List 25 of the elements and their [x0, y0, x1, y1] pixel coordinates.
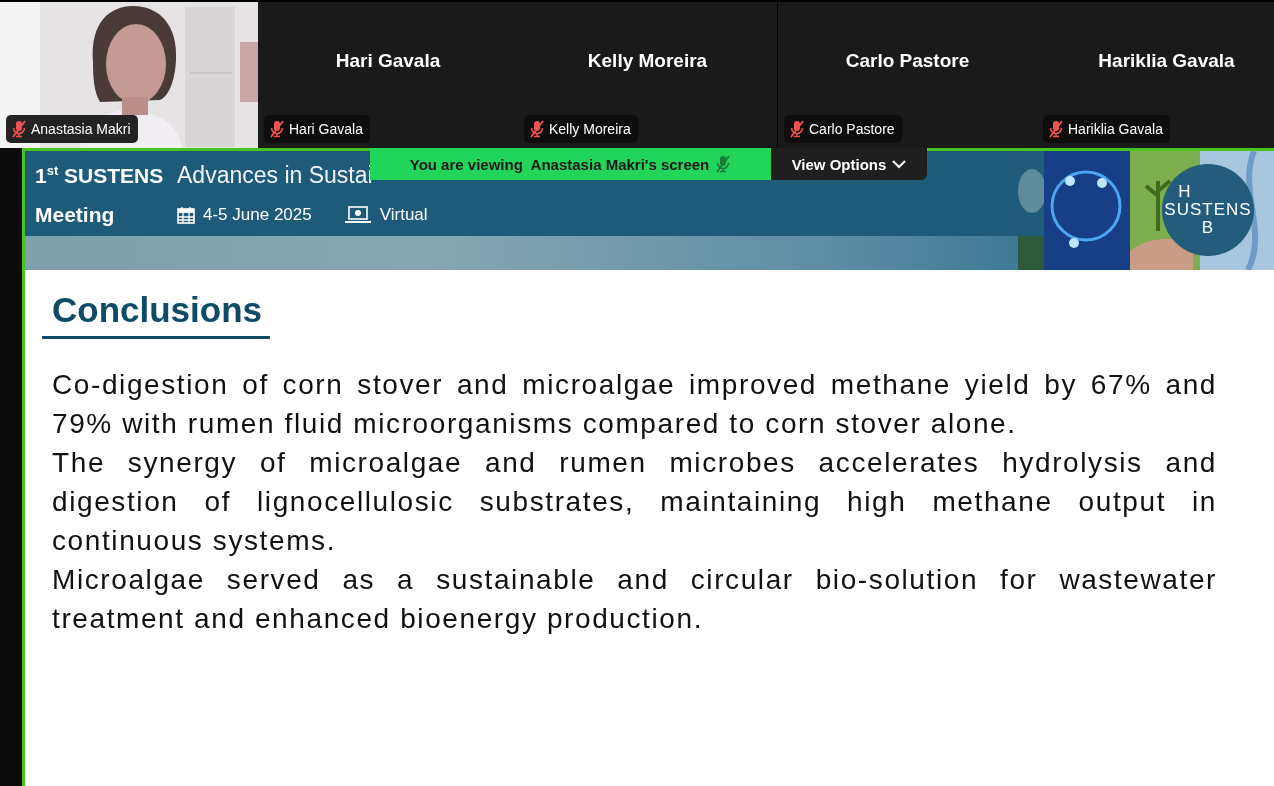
participant-name: Hari Gavala [335, 50, 441, 72]
participant-label: Hariklia Gavala [1068, 121, 1163, 137]
logo-text: SUSTENS [1164, 201, 1252, 219]
chevron-down-icon [892, 159, 907, 169]
slide-heading: Conclusions [42, 290, 271, 339]
participant-label: Kelly Moreira [549, 121, 631, 137]
paragraph: Microalgae served as a sustainable and circular bio-solution for wastewater treatment and enhanced bioenergy production. [52, 563, 1217, 636]
event-date: 4-5 June 2025 [203, 205, 312, 225]
participant-name: Carlo Pastore [845, 50, 970, 72]
view-options-button[interactable]: View Options [771, 148, 927, 180]
laptop-icon [343, 206, 372, 224]
participant-name: Hariklia Gavala [1098, 50, 1235, 72]
logo-text: H [1178, 183, 1192, 201]
calendar-icon [177, 206, 195, 224]
participant-label: Hari Gavala [289, 121, 363, 137]
series-name: 1$^{st}$ SUSTENS [35, 162, 165, 188]
share-status-text: You are viewing Anastasia Makri's screen [409, 155, 710, 173]
participant-label: Anastasia Makri [31, 121, 131, 137]
participant-name: Kelly Moreira [587, 50, 708, 72]
paragraph: Co-digestion of corn stover and microalgae improved methane yield by 67% and 79% with rumen fluid microorganisms compared to corn stover alone. [52, 368, 1217, 441]
paragraph: The synergy of microalgae and rumen microbes accelerates hydrolysis and digestion of lignocellulosic substrates, maintaining high methane output in continuous systems. [52, 446, 1217, 558]
logo-text: B [1201, 219, 1215, 237]
event-location: Virtual [379, 205, 428, 225]
series-name: Meeting [35, 203, 116, 227]
participant-label: Carlo Pastore [809, 121, 895, 137]
